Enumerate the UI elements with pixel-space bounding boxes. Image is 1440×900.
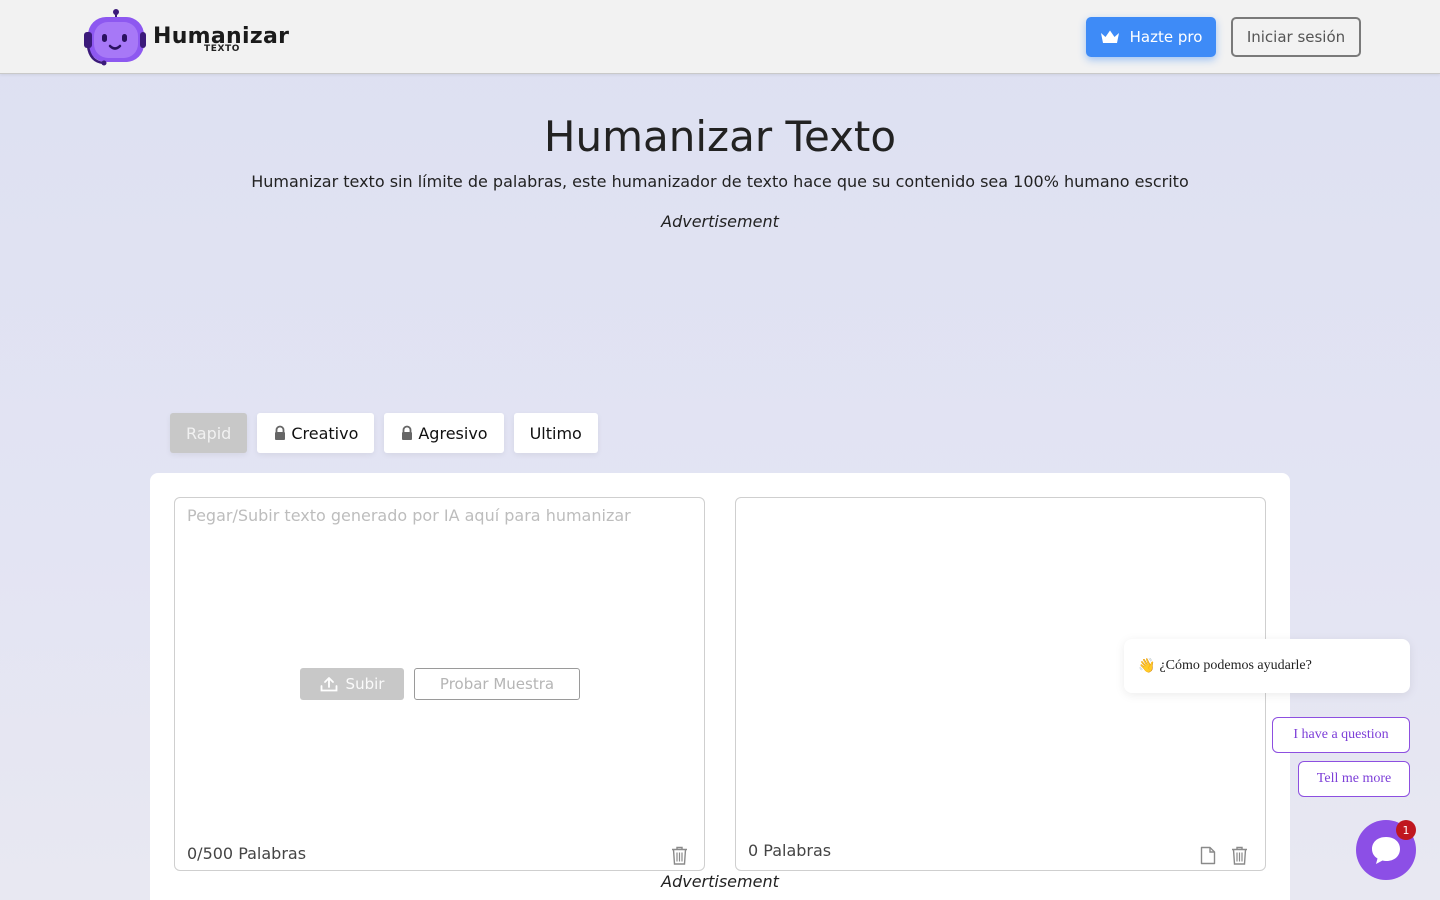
top-header: Humanizar TEXTO Hazte pro Iniciar sesión [0, 0, 1440, 74]
output-word-count: 0 Palabras [748, 841, 832, 860]
copy-output-button[interactable] [1198, 844, 1218, 866]
advertisement-label-top: Advertisement [661, 212, 779, 231]
crown-icon [1100, 30, 1119, 43]
chat-greeting-text: ¿Cómo podemos ayudarle? [1159, 658, 1312, 673]
go-pro-button[interactable]: Hazte pro [1086, 17, 1216, 57]
advertisement-label-bottom: Advertisement [661, 872, 779, 891]
page-subtitle: Humanizar texto sin límite de palabras, … [251, 172, 1189, 191]
chat-option-question[interactable]: I have a question [1272, 717, 1410, 753]
clear-output-button[interactable] [1229, 844, 1249, 866]
clear-input-button[interactable] [669, 844, 689, 866]
site-logo[interactable]: Humanizar TEXTO [82, 8, 292, 66]
tab-creativo-label: Creativo [291, 423, 359, 443]
go-pro-label: Hazte pro [1129, 28, 1203, 46]
tab-creativo[interactable]: Creativo [257, 413, 375, 453]
lock-icon [402, 425, 413, 440]
trash-icon [1231, 846, 1247, 865]
chat-icon [1372, 837, 1400, 864]
tab-ultimo-label: Ultimo [529, 423, 582, 443]
input-placeholder: Pegar/Subir texto generado por IA aquí p… [187, 506, 631, 525]
humanizer-card: Pegar/Subir texto generado por IA aquí p… [150, 473, 1290, 900]
tab-agresivo-label: Agresivo [418, 423, 488, 443]
mode-tabs: Rapid Creativo Agresivo Ultimo [170, 413, 598, 453]
login-button[interactable]: Iniciar sesión [1231, 17, 1361, 57]
tab-rapid[interactable]: Rapid [170, 413, 248, 453]
page-title: Humanizar Texto [543, 112, 897, 161]
waving-hand-icon: 👋 [1138, 658, 1156, 674]
tab-ultimo[interactable]: Ultimo [513, 413, 598, 453]
logo-subtitle: TEXTO [204, 44, 241, 54]
robot-logo-icon [84, 9, 146, 66]
tab-agresivo[interactable]: Agresivo [384, 413, 504, 453]
chat-option-tell-more[interactable]: Tell me more [1298, 761, 1410, 797]
tab-rapid-label: Rapid [186, 423, 232, 443]
try-sample-button[interactable]: Probar Muestra [414, 668, 580, 700]
copy-icon [1200, 846, 1216, 864]
input-word-count: 0/500 Palabras [187, 844, 307, 863]
upload-button[interactable]: Subir [300, 668, 404, 700]
upload-label: Subir [345, 675, 385, 693]
chat-greeting-bubble[interactable]: 👋 ¿Cómo podemos ayudarle? [1124, 639, 1410, 693]
upload-icon [320, 677, 337, 692]
notification-badge: 1 [1396, 820, 1416, 840]
trash-icon [671, 846, 687, 865]
lock-icon [275, 425, 286, 440]
input-text-area[interactable]: Pegar/Subir texto generado por IA aquí p… [174, 497, 705, 871]
